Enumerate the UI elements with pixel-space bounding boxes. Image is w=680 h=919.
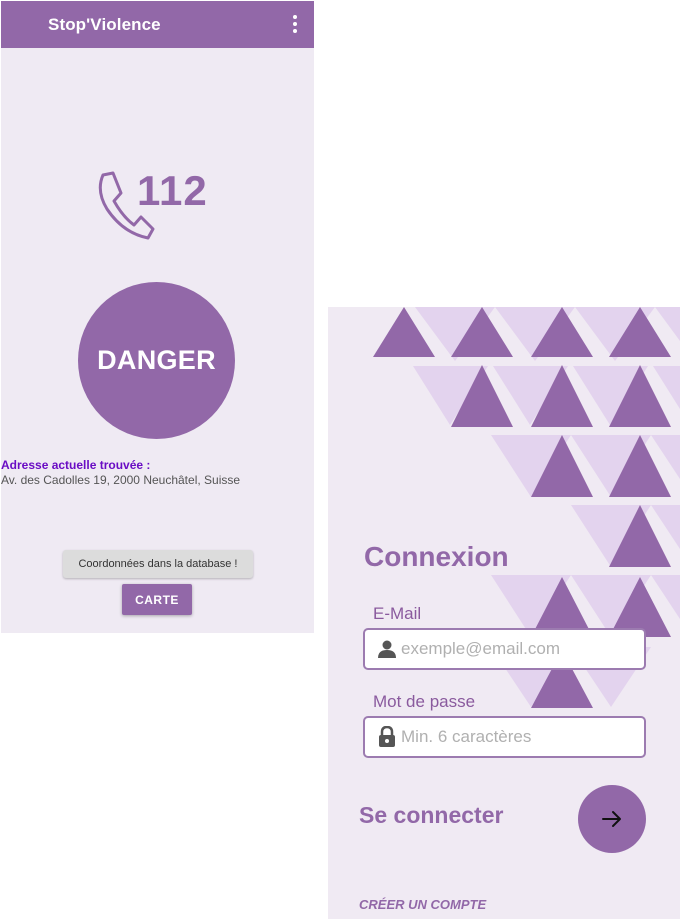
app-title: Stop'Violence (48, 15, 161, 34)
database-coordinates-button[interactable]: Coordonnées dans la database ! (63, 550, 253, 578)
more-vert-icon[interactable] (287, 13, 303, 37)
lock-icon (379, 726, 395, 747)
email-label: E-Mail (373, 604, 422, 623)
login-title: Connexion (364, 541, 509, 572)
address-value: Av. des Cadolles 19, 2000 Neuchâtel, Sui… (1, 473, 241, 487)
password-input[interactable] (401, 727, 631, 747)
danger-button[interactable]: DANGER (78, 282, 235, 439)
home-screen: Stop'Violence 112 DANGER Adresse actuell… (1, 1, 314, 633)
arrow-right-icon (602, 811, 621, 827)
email-field[interactable] (363, 628, 646, 670)
person-icon (378, 640, 396, 658)
emergency-number[interactable]: 112 (137, 167, 208, 215)
password-label: Mot de passe (373, 692, 476, 711)
password-field[interactable] (363, 716, 646, 758)
connect-label: Se connecter (359, 802, 504, 828)
map-button[interactable]: CARTE (122, 584, 192, 615)
login-screen: Connexion E-Mail Mot de passe Se connect… (328, 307, 680, 919)
app-bar: Stop'Violence (1, 1, 314, 48)
submit-button[interactable] (578, 785, 646, 853)
create-account-link[interactable]: CRÉER UN COMPTE (359, 897, 486, 912)
address-label: Adresse actuelle trouvée : (1, 458, 151, 472)
email-input[interactable] (401, 639, 631, 659)
